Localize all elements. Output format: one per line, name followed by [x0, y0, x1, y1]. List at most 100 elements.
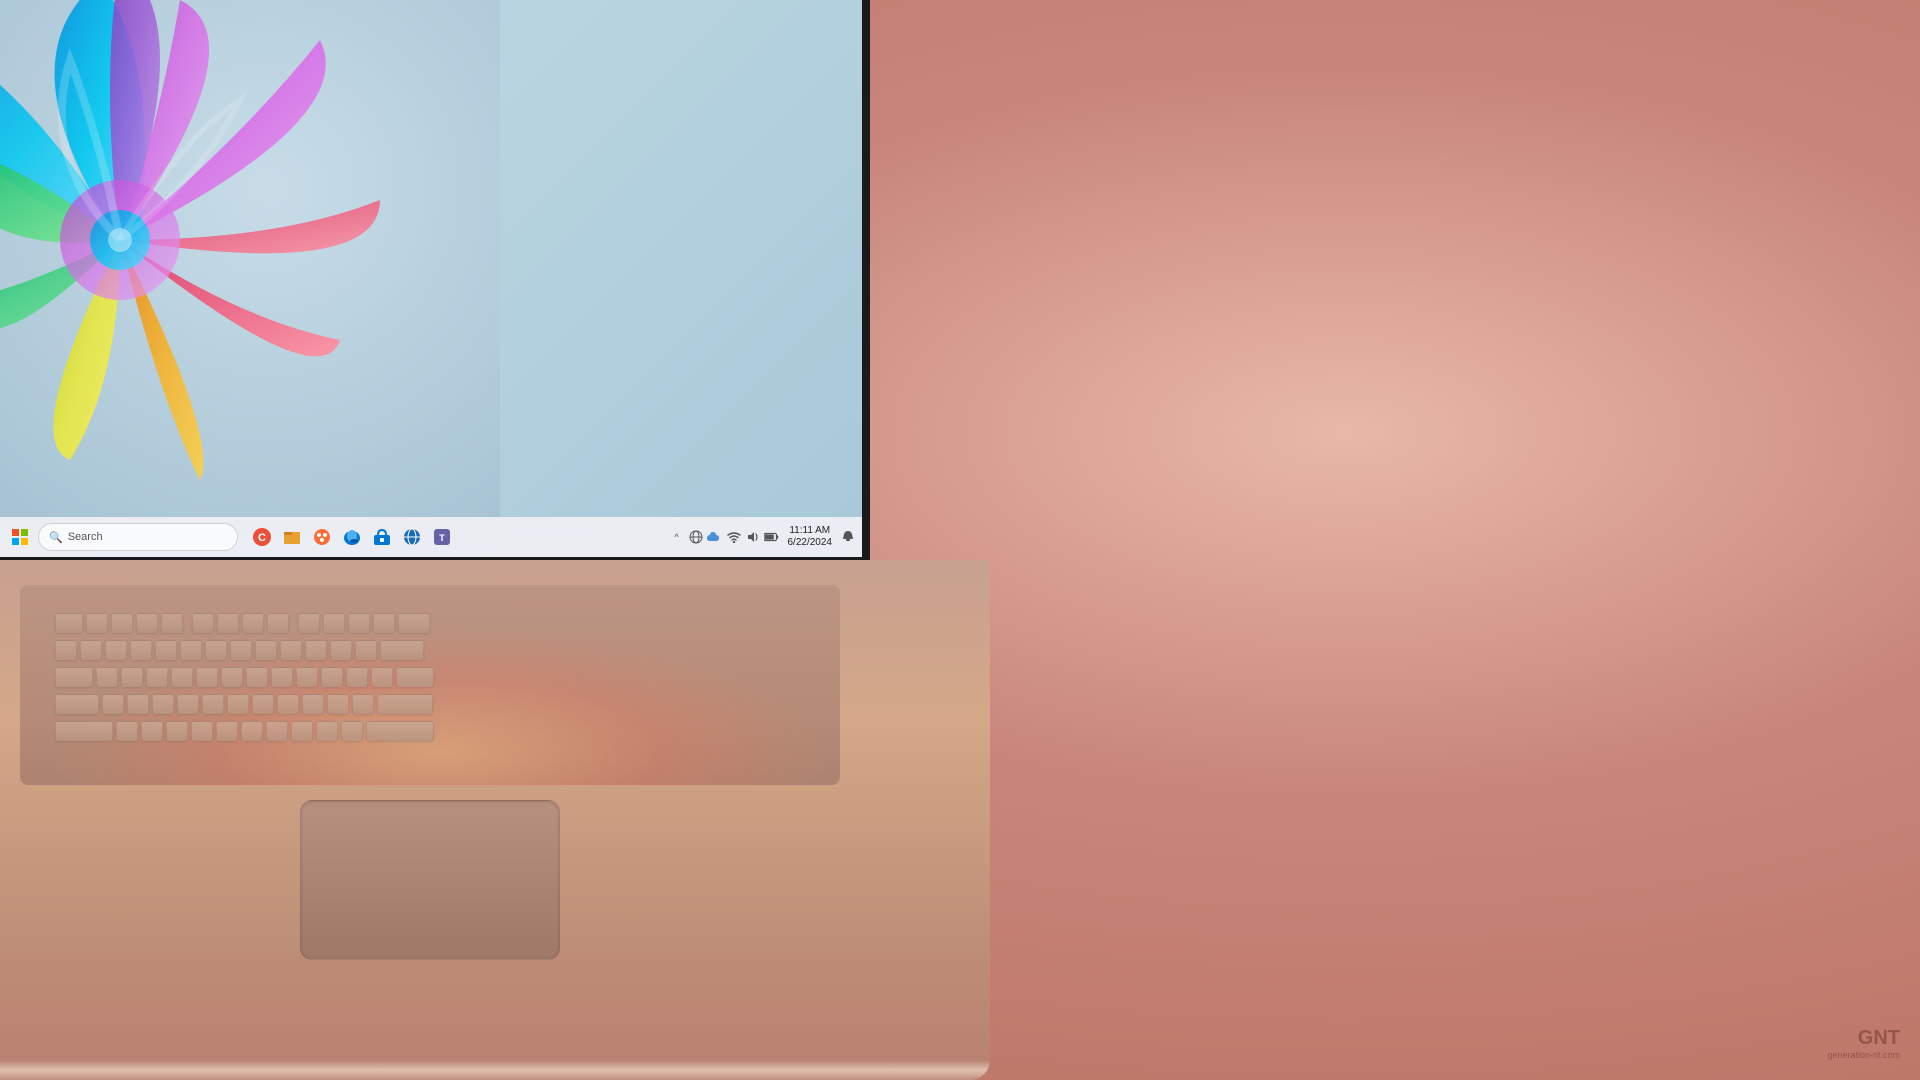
key-y[interactable] — [221, 667, 243, 687]
key-8[interactable] — [255, 640, 277, 660]
key-4[interactable] — [155, 640, 177, 660]
key-backslash[interactable] — [396, 667, 434, 687]
taskbar-app-store[interactable] — [368, 523, 396, 551]
key-m[interactable] — [266, 721, 288, 741]
key-semicolon[interactable] — [327, 694, 349, 714]
key-lbracket[interactable] — [346, 667, 368, 687]
key-comma[interactable] — [291, 721, 313, 741]
key-g[interactable] — [202, 694, 224, 714]
key-q[interactable] — [96, 667, 118, 687]
key-c[interactable] — [166, 721, 188, 741]
key-t[interactable] — [196, 667, 218, 687]
key-3[interactable] — [130, 640, 152, 660]
key-f1[interactable] — [86, 613, 108, 633]
key-backspace[interactable] — [380, 640, 424, 660]
svg-text:C: C — [258, 532, 266, 544]
key-j[interactable] — [252, 694, 274, 714]
key-capslock[interactable] — [55, 694, 99, 714]
key-minus[interactable] — [330, 640, 352, 660]
key-v[interactable] — [191, 721, 213, 741]
taskbar-app-canva[interactable]: C — [248, 523, 276, 551]
taskbar-left: 🔍 Search C — [0, 523, 669, 551]
key-0[interactable] — [305, 640, 327, 660]
key-delete[interactable] — [398, 613, 430, 633]
keyboard-base — [0, 560, 990, 1080]
system-clock[interactable]: 11:11 AM 6/22/2024 — [784, 525, 837, 549]
key-equals[interactable] — [355, 640, 377, 660]
key-esc[interactable] — [55, 613, 83, 633]
key-w[interactable] — [121, 667, 143, 687]
tray-battery[interactable] — [764, 529, 780, 545]
key-h[interactable] — [227, 694, 249, 714]
key-5[interactable] — [180, 640, 202, 660]
key-p[interactable] — [321, 667, 343, 687]
key-l[interactable] — [302, 694, 324, 714]
key-x[interactable] — [141, 721, 163, 741]
key-e[interactable] — [146, 667, 168, 687]
taskbar-app-files[interactable] — [278, 523, 306, 551]
tray-notification[interactable] — [840, 529, 856, 545]
key-9[interactable] — [280, 640, 302, 660]
key-f10[interactable] — [323, 613, 345, 633]
clock-date: 6/22/2024 — [788, 537, 833, 549]
watermark-brand: GNT — [1858, 1027, 1900, 1049]
key-f12[interactable] — [373, 613, 395, 633]
key-slash[interactable] — [341, 721, 363, 741]
search-bar[interactable]: 🔍 Search — [38, 523, 238, 551]
key-n[interactable] — [241, 721, 263, 741]
key-o[interactable] — [296, 667, 318, 687]
key-f9[interactable] — [298, 613, 320, 633]
key-6[interactable] — [205, 640, 227, 660]
screen-bezel: 🔍 Search C — [0, 0, 870, 568]
key-1[interactable] — [80, 640, 102, 660]
key-f2[interactable] — [111, 613, 133, 633]
key-7[interactable] — [230, 640, 252, 660]
key-2[interactable] — [105, 640, 127, 660]
key-r[interactable] — [171, 667, 193, 687]
taskbar-app-browser[interactable] — [398, 523, 426, 551]
key-f7[interactable] — [242, 613, 264, 633]
key-period[interactable] — [316, 721, 338, 741]
key-i[interactable] — [271, 667, 293, 687]
tray-wifi[interactable] — [726, 529, 742, 545]
key-f8[interactable] — [267, 613, 289, 633]
taskbar-app-edge[interactable] — [338, 523, 366, 551]
key-tab[interactable] — [55, 667, 93, 687]
bloom-graphic — [0, 0, 500, 530]
tray-globe[interactable] — [688, 529, 704, 545]
watermark: GNT generation-nt.com — [1827, 1027, 1900, 1060]
key-shift-r[interactable] — [366, 721, 434, 741]
key-row-asdf — [55, 694, 433, 714]
trackpad[interactable] — [300, 800, 560, 960]
key-row-zxcv — [55, 721, 434, 741]
key-quote[interactable] — [352, 694, 374, 714]
key-f3[interactable] — [136, 613, 158, 633]
clock-time: 11:11 AM — [789, 525, 830, 537]
key-a[interactable] — [102, 694, 124, 714]
key-z[interactable] — [116, 721, 138, 741]
key-f4[interactable] — [161, 613, 183, 633]
key-k[interactable] — [277, 694, 299, 714]
key-rbracket[interactable] — [371, 667, 393, 687]
key-s[interactable] — [127, 694, 149, 714]
key-shift-l[interactable] — [55, 721, 113, 741]
key-backtick[interactable] — [55, 640, 77, 660]
scene: 🔍 Search C — [0, 0, 1920, 1080]
tray-volume[interactable] — [745, 529, 761, 545]
taskbar-app-teams[interactable]: T — [428, 523, 456, 551]
start-button[interactable] — [8, 525, 32, 549]
tray-cloud[interactable] — [707, 529, 723, 545]
key-u[interactable] — [246, 667, 268, 687]
key-f6[interactable] — [217, 613, 239, 633]
key-b[interactable] — [216, 721, 238, 741]
laptop-bottom-edge — [0, 1060, 990, 1080]
key-f11[interactable] — [348, 613, 370, 633]
key-f5[interactable] — [192, 613, 214, 633]
tray-chevron[interactable]: ^ — [669, 529, 685, 545]
wallpaper — [0, 0, 862, 557]
key-d[interactable] — [152, 694, 174, 714]
key-enter[interactable] — [377, 694, 433, 714]
taskbar-app-paint[interactable] — [308, 523, 336, 551]
key-f[interactable] — [177, 694, 199, 714]
search-icon: 🔍 — [49, 531, 63, 544]
